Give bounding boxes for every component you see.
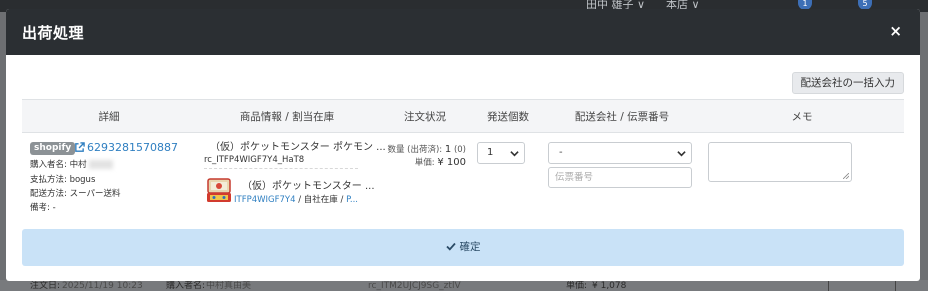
col-header-carrier: 配送会社 / 伝票番号	[544, 99, 700, 133]
redacted-name	[88, 160, 113, 169]
close-icon[interactable]: ×	[889, 22, 902, 40]
bg-buyer: 中村真由美	[206, 281, 252, 291]
order-number-link[interactable]: 6293281570887	[87, 141, 178, 154]
col-header-product: 商品情報 / 割当在庫	[196, 99, 378, 133]
bg-price-label: 単価:	[566, 281, 588, 291]
product-title: （仮）ポケットモンスター ポケモン ...	[210, 142, 386, 153]
shipped-count: (0)	[453, 145, 466, 155]
buyer-label: 購入者名:	[30, 160, 67, 170]
confirm-button[interactable]: 確定	[22, 229, 904, 266]
resize-handle-icon[interactable]	[843, 173, 849, 179]
bg-order-date: 2025/11/19 10:23	[62, 281, 143, 291]
col-header-detail: 詳細	[22, 99, 196, 133]
col-header-order-status: 注文状況	[378, 99, 472, 133]
platform-badge: shopify	[30, 142, 76, 155]
bg-sku: rc_ITM2UJCJ9SG_ztlV	[368, 281, 461, 291]
col-header-ship-qty: 発送個数	[472, 99, 544, 133]
confirm-label: 確定	[459, 241, 481, 253]
order-status: 数量 (出荷済): 1 (0) 単価: ¥ 100	[378, 133, 472, 221]
chevron-down-icon	[677, 151, 686, 157]
order-detail: shopify 6293281570887 購入者名: 中村 支払方法: bog…	[22, 133, 196, 221]
buyer-line: 購入者名: 中村	[30, 158, 113, 170]
remarks: 備考: -	[30, 203, 56, 213]
shipping-method: 配送方法: スーパー送料	[30, 189, 121, 199]
product-sku: rc_ITFP4WIGF7Y4_HaT8	[204, 155, 305, 165]
bulk-carrier-button[interactable]: 配送会社の一括入力	[791, 72, 904, 94]
memo-textarea[interactable]	[708, 142, 852, 182]
chevron-down-icon	[510, 151, 519, 157]
carrier-select[interactable]: -	[548, 142, 692, 164]
check-icon	[445, 242, 456, 251]
price-value: ¥ 100	[437, 157, 466, 168]
quantity-value: 1	[444, 144, 452, 155]
tracking-number-input[interactable]: 伝票番号	[548, 167, 692, 188]
stock-item-info: ITFP4WIGF7Y4 / 自社在庫 / P...	[234, 193, 358, 205]
modal-header: 出荷処理 ×	[6, 9, 920, 55]
ship-quantity-select[interactable]: 1	[477, 142, 525, 164]
bg-order-date-label: 注文日:	[30, 281, 61, 291]
shipping-table: 詳細 商品情報 / 割当在庫 注文状況 発送個数 配送会社 / 伝票番号 メモ …	[22, 99, 904, 221]
bg-buyer-label: 購入者名:	[166, 281, 206, 291]
stock-item-title: （仮）ポケットモンスター ...	[242, 181, 375, 192]
divider	[204, 168, 358, 169]
product-info: （仮）ポケットモンスター ポケモン ... rc_ITFP4WIGF7Y4_Ha…	[196, 133, 386, 221]
table-row: shopify 6293281570887 購入者名: 中村 支払方法: bog…	[22, 133, 904, 222]
stock-more-link[interactable]: P...	[346, 195, 358, 205]
quantity-label: 数量 (出荷済):	[387, 145, 443, 155]
buyer-name: 中村	[69, 160, 87, 170]
price-label: 単価:	[414, 158, 435, 168]
price-line: 単価: ¥ 100	[415, 156, 466, 168]
col-header-memo: メモ	[700, 99, 904, 133]
quantity-line: 数量 (出荷済): 1 (0)	[387, 143, 466, 155]
modal-title: 出荷処理	[22, 24, 85, 42]
payment-method: 支払方法: bogus	[30, 175, 96, 185]
product-thumbnail	[205, 175, 233, 205]
external-link-icon[interactable]	[74, 142, 85, 153]
shipping-modal: 出荷処理 × 配送会社の一括入力 詳細 商品情報 / 割当在庫 注文状況 発送個…	[6, 9, 920, 281]
table-header-row: 詳細 商品情報 / 割当在庫 注文状況 発送個数 配送会社 / 伝票番号 メモ	[22, 99, 904, 133]
ship-quantity-value: 1	[487, 147, 494, 158]
bg-price: ¥ 1,078	[592, 281, 627, 291]
carrier-value: -	[559, 147, 563, 158]
stock-location: / 自社在庫 /	[295, 195, 347, 205]
stock-code-link[interactable]: ITFP4WIGF7Y4	[234, 195, 296, 205]
